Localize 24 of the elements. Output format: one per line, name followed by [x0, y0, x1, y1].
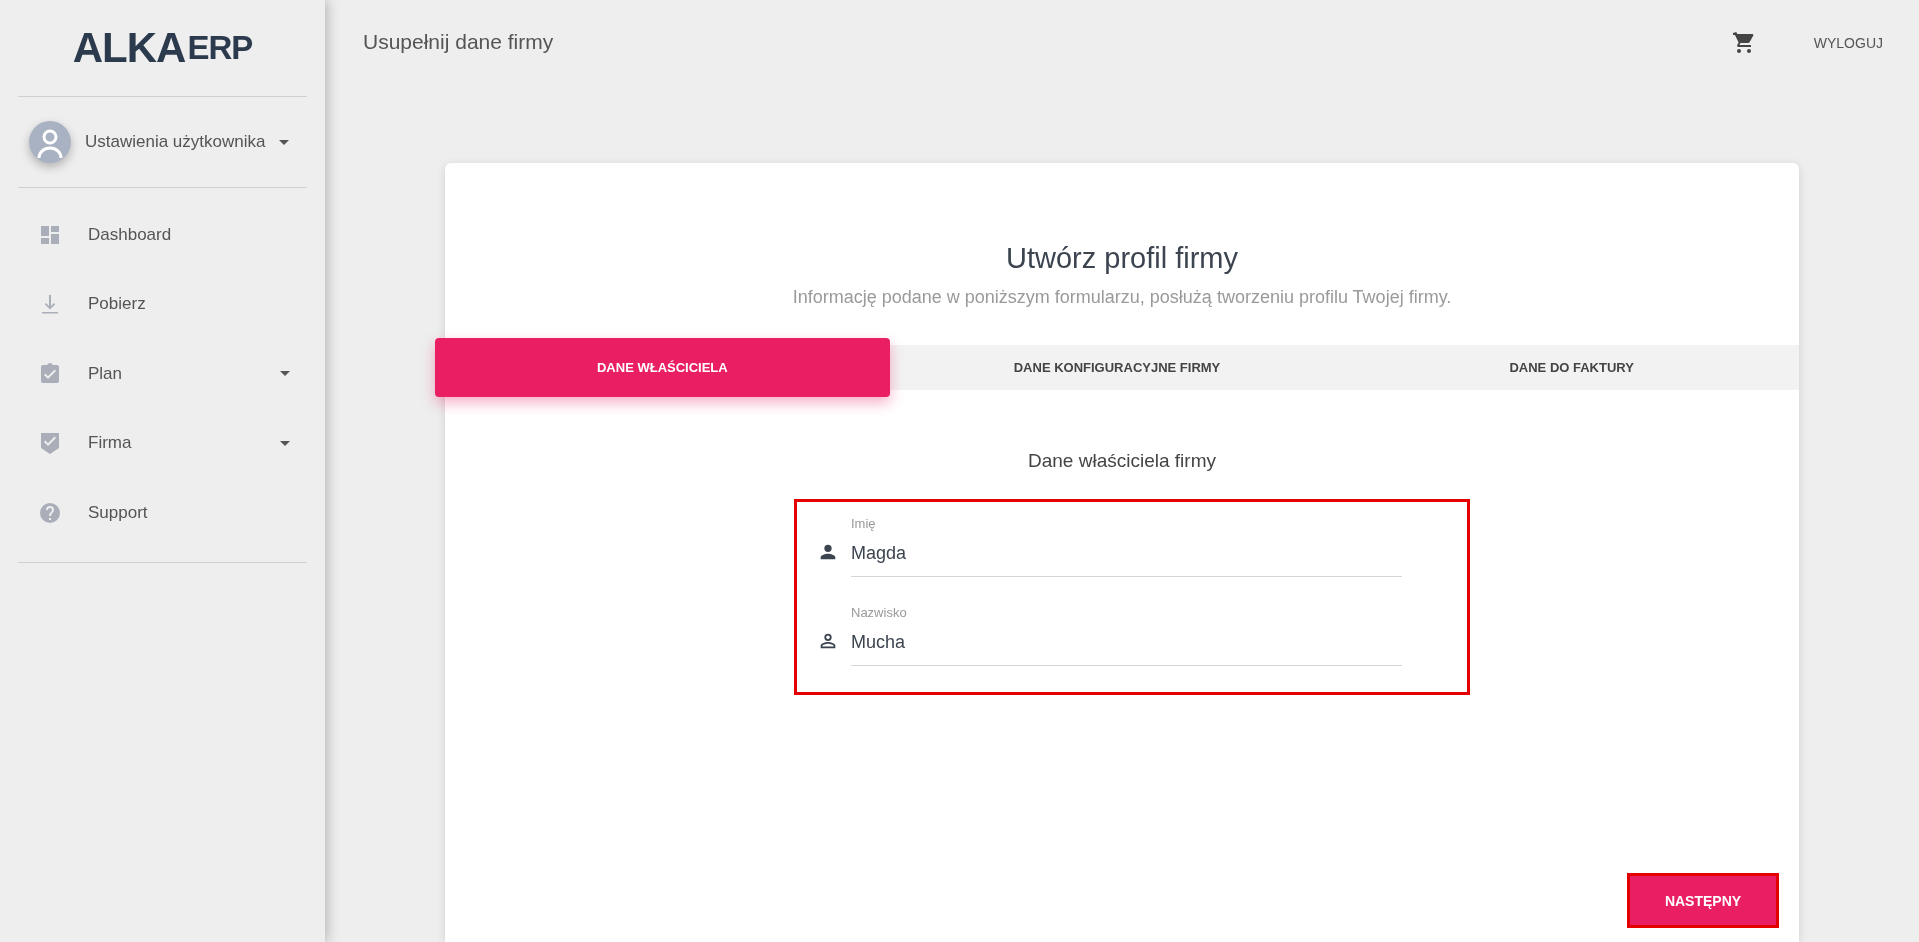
text-field[interactable]: Imię Magda [851, 516, 1402, 577]
avatar-icon [29, 121, 71, 163]
page-title: Usupełnij dane firmy [363, 30, 555, 54]
sidebar-item[interactable]: Support [0, 478, 325, 548]
text-field[interactable]: Nazwisko Mucha [851, 605, 1402, 666]
sidebar-item[interactable]: Plan [0, 339, 325, 409]
next-button[interactable]: NASTĘPNY [1627, 873, 1779, 928]
sidebar-item[interactable]: Pobierz [0, 269, 325, 339]
user-menu[interactable]: Ustawienia użytkownika [0, 97, 325, 187]
tab[interactable]: DANE WŁAŚCICIELA [435, 338, 890, 397]
card-subtitle: Informację podane w poniższym formularzu, posłużą tworzeniu profilu Twojej firmy. [791, 287, 1453, 308]
logout-link[interactable]: WYLOGUJ [1805, 29, 1891, 57]
help-icon [38, 500, 62, 525]
logo-text: ALKA [72, 24, 186, 72]
shield-check-icon [38, 431, 62, 456]
section-title: Dane właściciela firmy [1027, 450, 1217, 472]
tab[interactable]: DANE DO FAKTURY [1344, 345, 1799, 390]
sidebar-item[interactable]: Dashboard [0, 200, 325, 270]
clipboard-check-icon [38, 361, 62, 386]
sidebar-item[interactable]: Firma [0, 408, 325, 478]
tab[interactable]: DANE KONFIGURACYJNE FIRMY [889, 345, 1345, 390]
card-title: Utwórz profil firmy [1005, 242, 1239, 275]
cart-icon[interactable] [1731, 31, 1756, 55]
logo-text: ERP [187, 29, 253, 67]
